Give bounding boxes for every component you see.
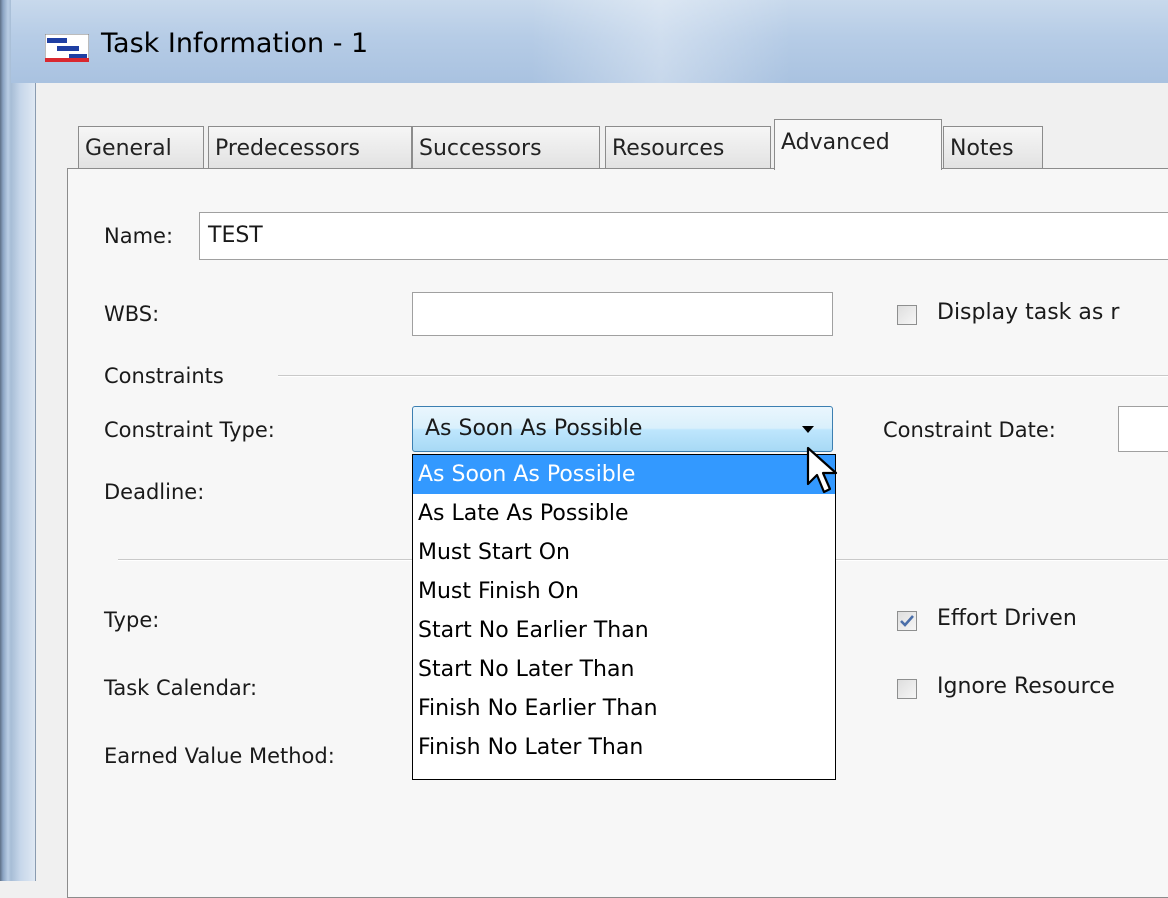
window-frame-left [11,83,35,881]
ignore-resource-label: Ignore Resource [937,674,1115,699]
dropdown-option[interactable]: Finish No Later Than [413,728,835,767]
app-gantt-icon [45,34,89,62]
tab-general[interactable]: General [78,126,204,168]
dropdown-option[interactable]: Must Start On [413,533,835,572]
dropdown-option[interactable]: Start No Earlier Than [413,611,835,650]
constraint-date-input[interactable] [1118,406,1168,452]
constraint-type-dropdown[interactable]: As Soon As Possible As Late As Possible … [412,454,836,780]
earned-value-label: Earned Value Method: [104,744,335,768]
constraint-type-label: Constraint Type: [104,418,275,442]
tab-successors[interactable]: Successors [412,126,600,168]
dropdown-option[interactable]: Start No Later Than [413,650,835,689]
effort-driven-checkbox[interactable] [897,611,917,631]
constraint-type-value: As Soon As Possible [425,416,643,441]
window-left-border [0,0,11,881]
tab-notes[interactable]: Notes [943,126,1043,168]
tab-predecessors[interactable]: Predecessors [208,126,412,168]
display-task-checkbox[interactable] [897,305,917,325]
dropdown-option[interactable]: Must Finish On [413,572,835,611]
ignore-resource-checkbox[interactable] [897,679,917,699]
wbs-label: WBS: [104,302,160,326]
window-title: Task Information - 1 [101,28,369,59]
dropdown-option[interactable]: Finish No Earlier Than [413,689,835,728]
constraint-date-label: Constraint Date: [883,418,1056,442]
title-bar[interactable]: Task Information - 1 [11,0,1168,83]
checkmark-icon [900,615,914,627]
display-task-label: Display task as r [937,300,1120,325]
constraint-type-select[interactable]: As Soon As Possible [412,406,833,452]
constraints-group-divider [278,375,1168,377]
wbs-input[interactable] [412,292,833,336]
name-input[interactable]: TEST [199,212,1168,260]
mouse-pointer-icon [806,446,838,494]
deadline-label: Deadline: [104,480,205,504]
tab-resources[interactable]: Resources [605,126,771,168]
tab-advanced[interactable]: Advanced [774,119,942,170]
task-calendar-label: Task Calendar: [104,676,258,700]
type-label: Type: [104,608,160,632]
chevron-down-icon [802,426,814,433]
effort-driven-label: Effort Driven [937,606,1077,631]
constraints-group-label: Constraints [104,364,224,388]
dropdown-option[interactable]: As Late As Possible [413,494,835,533]
dropdown-option[interactable]: As Soon As Possible [413,455,835,494]
name-label: Name: [104,224,174,248]
title-bar-glare [531,0,791,83]
